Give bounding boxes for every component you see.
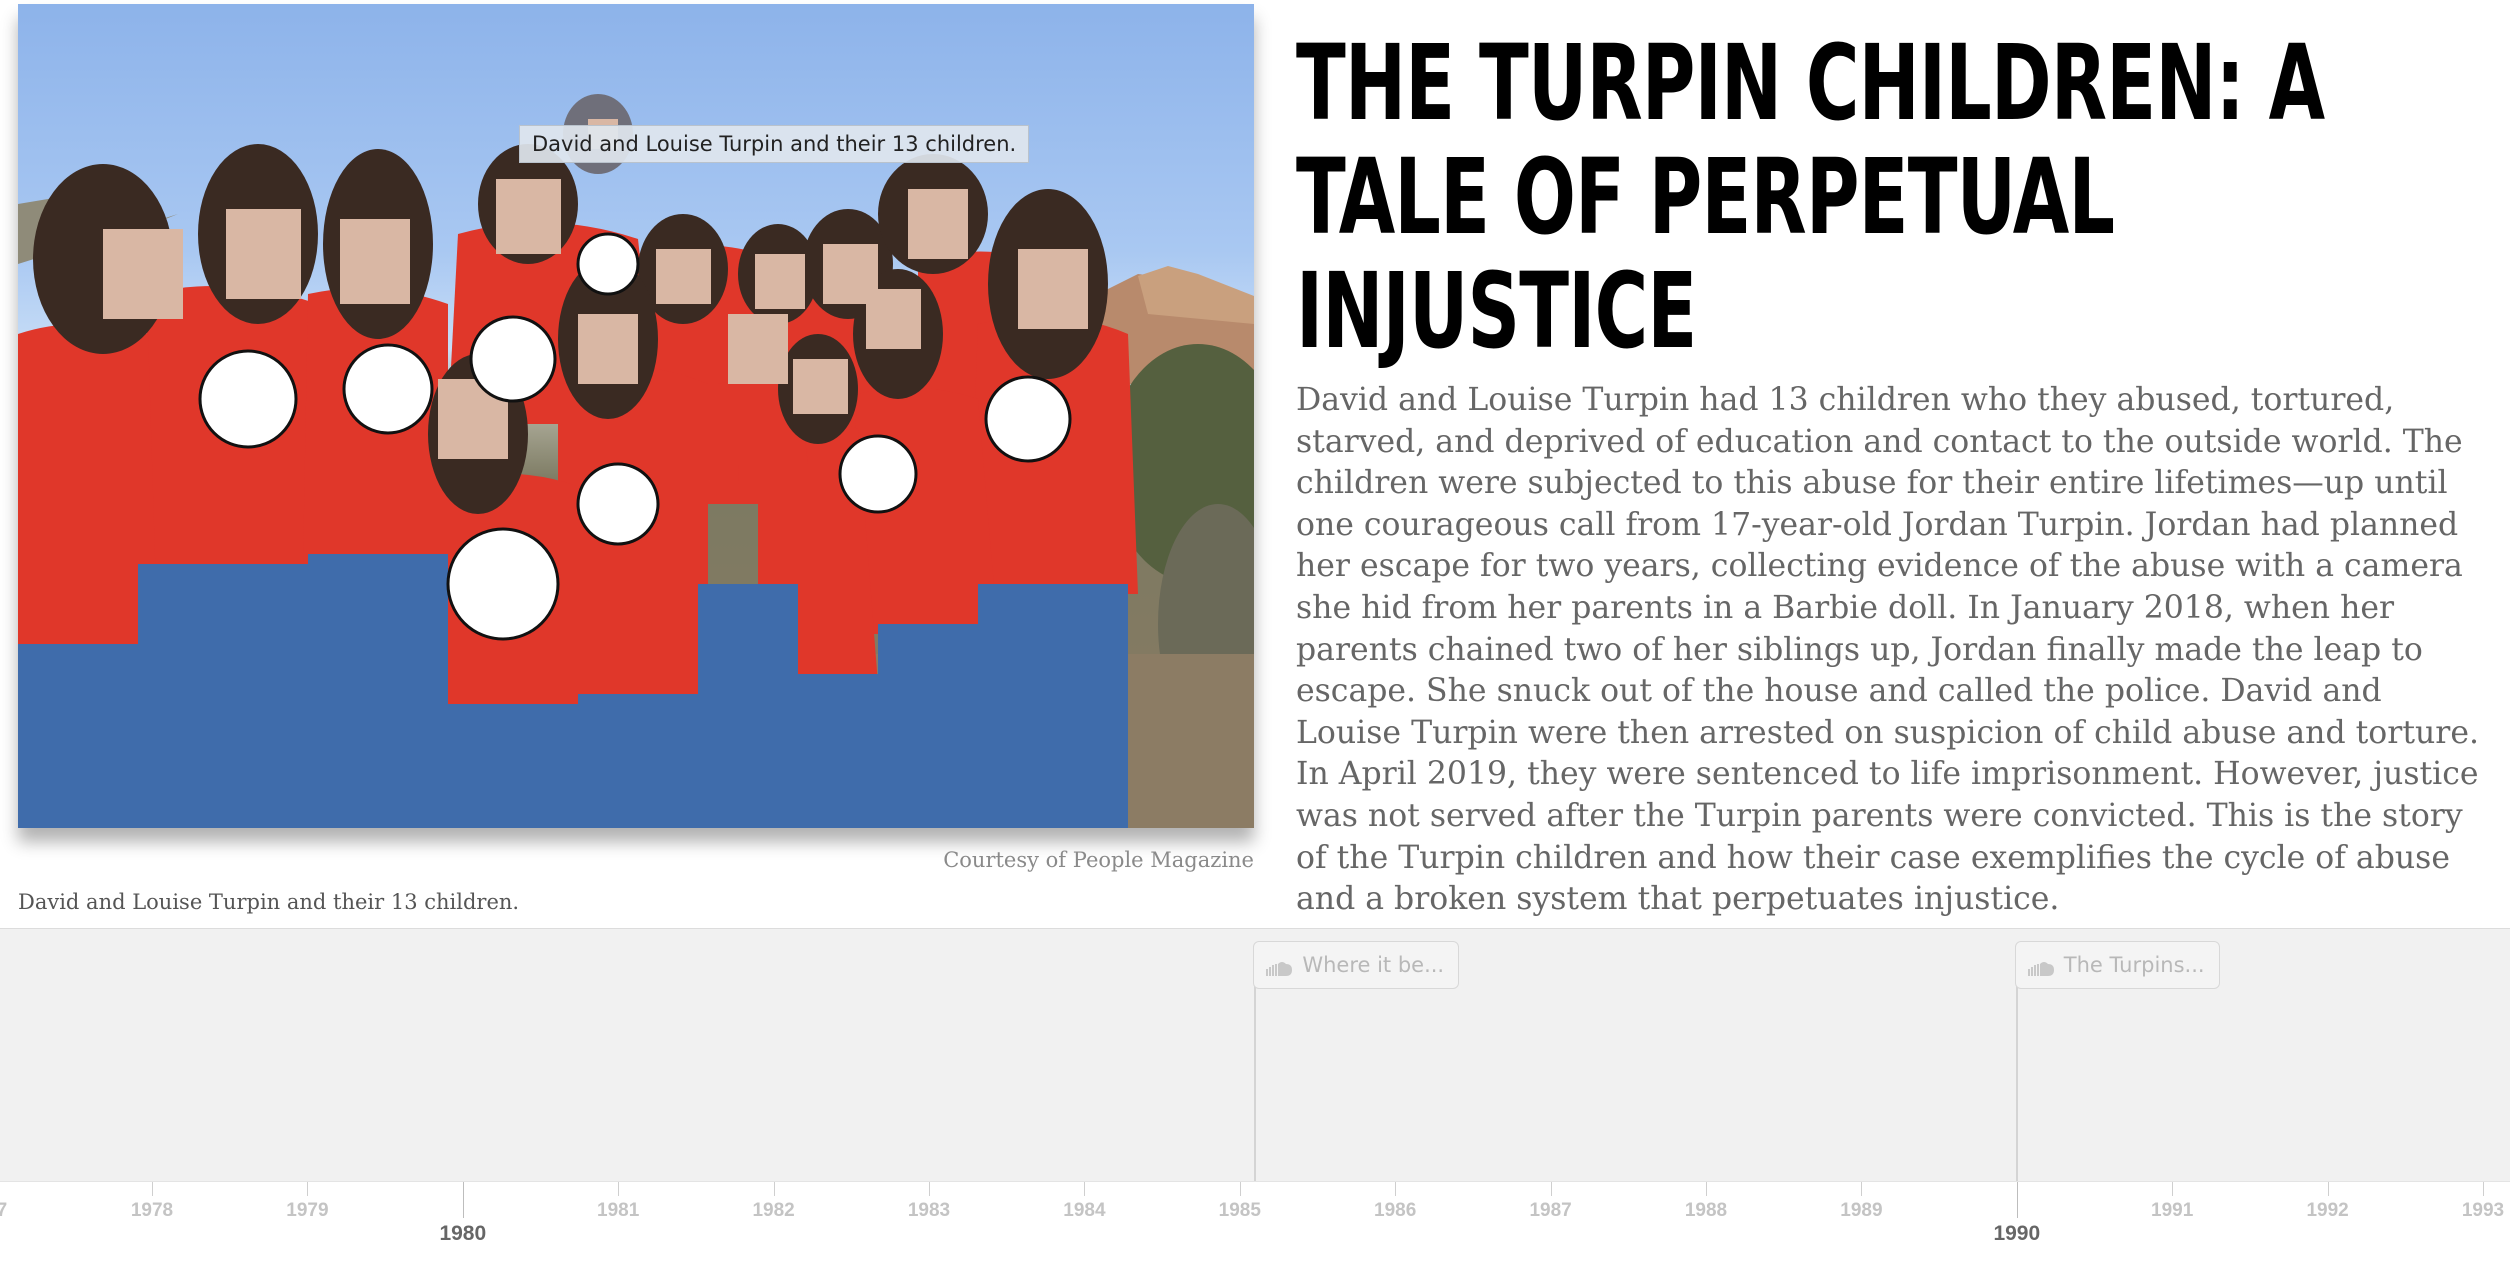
timeline-year-label: 1982 bbox=[752, 1200, 795, 1221]
timeline-tick-1979 bbox=[307, 1182, 309, 1196]
timeline-tick-1989 bbox=[1861, 1182, 1863, 1196]
timeline-tick-1983 bbox=[929, 1182, 930, 1196]
timeline-event-card[interactable]: The Turpins... bbox=[2014, 941, 2220, 989]
timeline-year-label: 1988 bbox=[1684, 1200, 1728, 1221]
timeline-year-label: 77 bbox=[0, 1200, 7, 1222]
timeline-tick-1978 bbox=[152, 1182, 153, 1196]
timeline-year-label: 1981 bbox=[597, 1200, 640, 1221]
photo-tooltip: David and Louise Turpin and their 13 chi… bbox=[519, 125, 1030, 163]
photo-caption: David and Louise Turpin and their 13 chi… bbox=[18, 890, 520, 914]
timeline-tick-1991 bbox=[2172, 1182, 2174, 1196]
timeline-year-label: 1991 bbox=[2151, 1200, 2194, 1221]
timeline-event-card[interactable]: Where it be... bbox=[1253, 941, 1460, 989]
timeline-tick-1986 bbox=[1395, 1182, 1397, 1196]
timeline-tick-1990 bbox=[2016, 1182, 2018, 1218]
timeline-tick-1985 bbox=[1239, 1182, 1241, 1196]
timeline-tick-1981 bbox=[618, 1182, 620, 1196]
timeline-year-label: 1990 bbox=[1993, 1222, 2041, 1245]
timeline-tick-1988 bbox=[1706, 1182, 1707, 1196]
timeline-tick-1980 bbox=[462, 1182, 464, 1218]
timeline-tick-1987 bbox=[1550, 1182, 1552, 1196]
timeline-year-label: 1979 bbox=[286, 1200, 329, 1221]
timeline[interactable]: Where it be... The Turpins... 77 1978 1979 1… bbox=[0, 928, 2510, 1267]
story-summary: David and Louise Turpin had 13 children … bbox=[1296, 382, 2479, 918]
timeline-year-label: 1978 bbox=[130, 1200, 174, 1221]
timeline-event-title: Where it be... bbox=[1302, 953, 1445, 977]
timeline-year-label: 1984 bbox=[1063, 1200, 1106, 1221]
photo-credit: Courtesy of People Magazine bbox=[943, 848, 1254, 872]
page-title: THE TURPIN CHILDREN: A TALE OF PERPETUAL… bbox=[1296, 22, 2325, 372]
timeline-year-label: 1987 bbox=[1529, 1200, 1572, 1221]
hero-photo: David and Louise Turpin and their 13 chi… bbox=[18, 4, 1254, 828]
soundcloud-icon bbox=[2027, 957, 2054, 976]
timeline-year-label: 1983 bbox=[907, 1200, 951, 1221]
timeline-year-label: 1989 bbox=[1840, 1200, 1883, 1221]
timeline-tick-1992 bbox=[2327, 1182, 2329, 1196]
timeline-tick-1993 bbox=[2483, 1182, 2484, 1196]
timeline-year-label: 1986 bbox=[1374, 1200, 1417, 1221]
timeline-year-label: 1985 bbox=[1218, 1200, 1261, 1221]
timeline-year-label: 1992 bbox=[2306, 1200, 2349, 1221]
timeline-axis[interactable]: 77 1978 1979 1980 1981 1982 1983 1984 1985 1986 19… bbox=[0, 1181, 2510, 1267]
soundcloud-icon bbox=[1266, 957, 1293, 976]
timeline-tick-1984 bbox=[1084, 1182, 1086, 1196]
timeline-year-label: 1993 bbox=[2461, 1200, 2505, 1221]
timeline-tick-1982 bbox=[773, 1182, 775, 1196]
timeline-event-title: The Turpins... bbox=[2063, 953, 2205, 977]
timeline-year-label: 1980 bbox=[439, 1222, 487, 1245]
